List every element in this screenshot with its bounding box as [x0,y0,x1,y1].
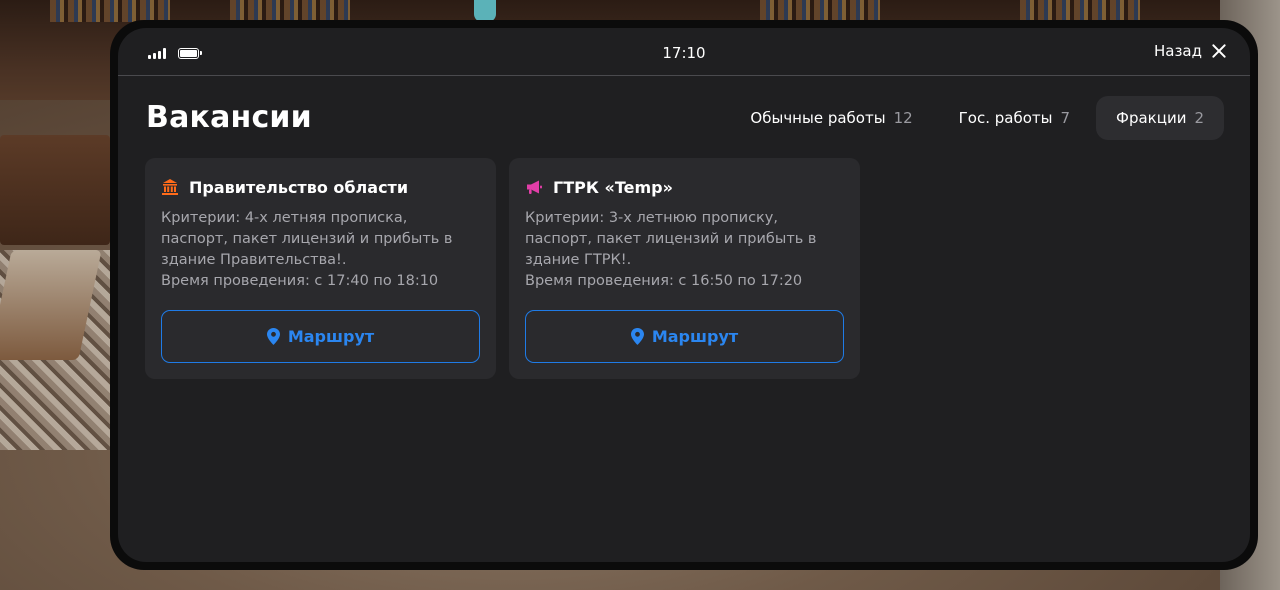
tab-label: Гос. работы [958,109,1053,127]
tab-label: Обычные работы [750,109,886,127]
category-tabs: Обычные работы 12 Гос. работы 7 Фракции … [730,96,1224,140]
route-button[interactable]: Маршрут [525,310,844,363]
status-time: 17:10 [662,44,706,62]
megaphone-icon [527,180,542,194]
vacancy-description: Критерии: 3-х летнюю прописку, паспорт, … [525,210,817,289]
vacancy-card-gtrk: ГТРК «Temp» Критерии: 3-х летнюю прописк… [509,158,860,379]
close-icon[interactable] [1210,42,1228,60]
page-title: Вакансии [146,100,312,135]
map-pin-icon [630,328,644,345]
government-building-icon [162,179,178,195]
back-button[interactable]: Назад [1154,42,1228,60]
back-label: Назад [1153,42,1202,60]
route-button[interactable]: Маршрут [161,310,480,363]
background-bookshelf [1020,0,1140,22]
tab-count: 12 [893,109,913,127]
vacancy-list: Правительство области Критерии: 4-х летн… [145,158,860,379]
background-vase [474,0,496,22]
tab-count: 7 [1060,109,1071,127]
background-bookshelf [760,0,880,22]
route-button-label: Маршрут [651,327,739,346]
tab-label: Фракции [1116,109,1187,127]
phone-screen: 17:10 Назад Вакансии Обычные работы 12 Г… [118,28,1250,562]
vacancy-title: Правительство области [189,177,409,197]
status-bar: 17:10 Назад [118,28,1250,76]
tab-government-jobs[interactable]: Гос. работы 7 [939,96,1090,140]
background-desk [0,135,110,245]
phone-device: 17:10 Назад Вакансии Обычные работы 12 Г… [110,20,1258,570]
vacancy-description: Критерии: 4-х летняя прописка, паспорт, … [161,210,453,289]
background-bookshelf [50,0,170,22]
tab-factions[interactable]: Фракции 2 [1096,96,1224,140]
route-button-label: Маршрут [287,327,375,346]
background-bookshelf [230,0,350,22]
tab-regular-jobs[interactable]: Обычные работы 12 [730,96,932,140]
tab-count: 2 [1194,109,1204,127]
vacancy-card-government: Правительство области Критерии: 4-х летн… [145,158,496,379]
map-pin-icon [266,328,280,345]
vacancy-title: ГТРК «Temp» [553,177,673,197]
